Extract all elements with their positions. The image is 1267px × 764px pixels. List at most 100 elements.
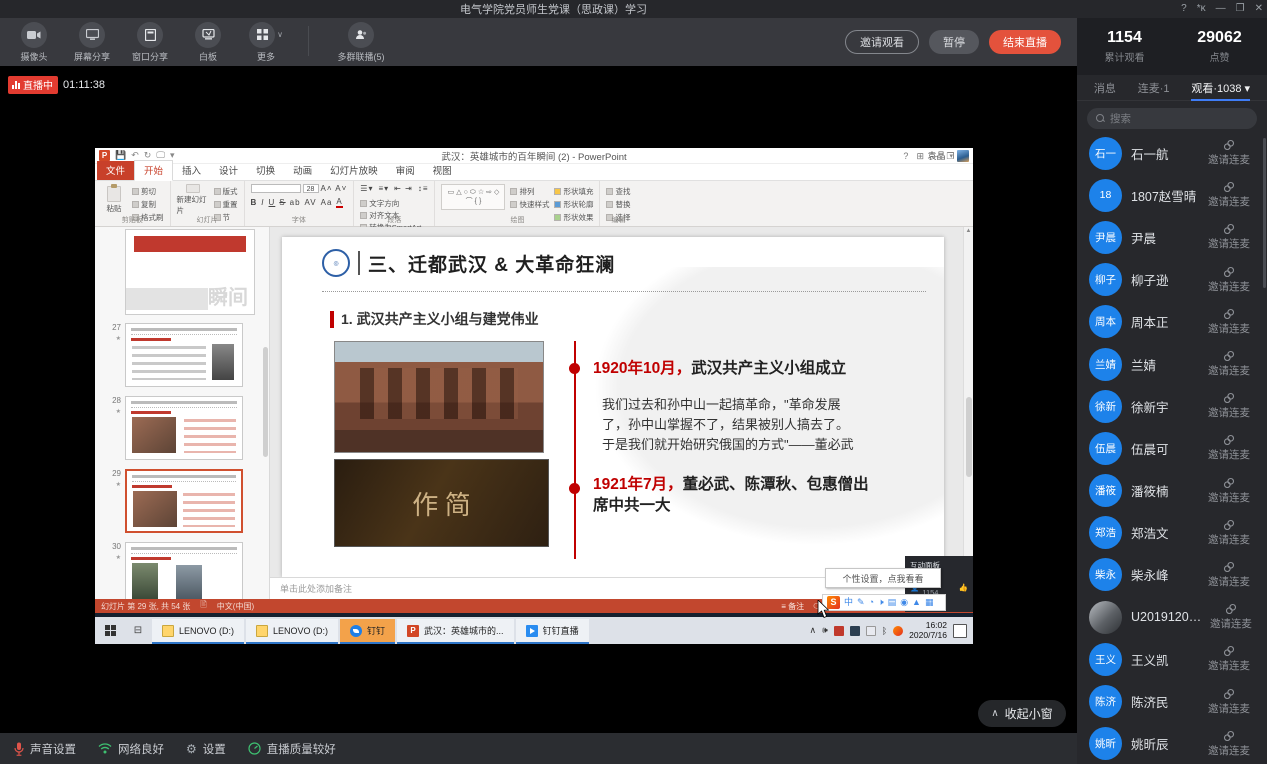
shapes-gallery[interactable]: ▭△○⬭☆⇨◇⌒{ } (441, 184, 505, 210)
invite-connect-icon[interactable] (1223, 181, 1235, 193)
invite-mic-button[interactable]: 邀请连麦 (1208, 490, 1250, 505)
thumbnail-scrollbar[interactable] (263, 347, 268, 457)
invite-connect-icon[interactable] (1223, 645, 1235, 657)
multigroup-broadcast-button[interactable]: 多群联播(5) (329, 22, 393, 63)
sidebar-tab[interactable]: 消息 (1092, 76, 1118, 100)
invite-mic-button[interactable]: 邀请连麦 (1208, 574, 1250, 589)
viewer-list[interactable]: 石一 石一航 邀请连麦 18 1807赵雪晴 邀请连麦 尹晨 尹晨 (1077, 132, 1267, 764)
invite-mic-button[interactable]: 邀请连麦 (1208, 532, 1250, 547)
slide-scrollbar[interactable]: ▲ ⯅⯆ ▼ (963, 227, 973, 599)
find-button[interactable]: 查找 (606, 186, 630, 197)
slide-thumbnail[interactable]: 27 ★ (101, 323, 269, 387)
shortcut-icon[interactable]: *ᴋ (1197, 0, 1206, 18)
ppt-ribbon-tab[interactable]: 设计 (210, 161, 247, 180)
ppt-account[interactable]: 袁晶 ▾ (927, 149, 969, 162)
ppt-ribbon-tab[interactable]: 幻灯片放映 (321, 161, 387, 180)
char-spacing-button[interactable]: AV (305, 198, 317, 207)
underline-button[interactable]: U (269, 198, 276, 207)
invite-connect-icon[interactable] (1223, 688, 1235, 700)
paste-button[interactable]: 粘贴 (101, 184, 127, 216)
numbering-button[interactable]: ≡▾ (378, 184, 389, 193)
like-icon[interactable]: 👍 (959, 583, 968, 592)
ime-toolbox-icon[interactable]: ▦ (925, 594, 934, 611)
cut-button[interactable]: 剪切 (132, 186, 164, 197)
change-case-button[interactable]: Aa (321, 198, 333, 207)
search-input[interactable] (1110, 113, 1248, 125)
invite-connect-icon[interactable] (1223, 561, 1235, 573)
font-color-button[interactable]: A (336, 197, 342, 208)
search-box[interactable] (1087, 108, 1257, 129)
grow-shrink-font-buttons[interactable]: A˄ A˅ (321, 184, 348, 193)
ime-mic-icon[interactable]: 🕨 (878, 594, 884, 611)
notes-toggle[interactable]: ≡ 备注 (781, 601, 804, 612)
invite-connect-icon[interactable] (1223, 223, 1235, 235)
close-button[interactable]: ✕ (1255, 0, 1263, 18)
invite-mic-button[interactable]: 邀请连麦 (1208, 447, 1250, 462)
new-slide-button[interactable]: 新建幻灯片 (177, 184, 209, 216)
font-name-combobox[interactable] (251, 184, 301, 193)
invite-connect-icon[interactable] (1225, 603, 1237, 615)
invite-connect-icon[interactable] (1223, 392, 1235, 404)
invite-connect-icon[interactable] (1223, 308, 1235, 320)
current-slide[interactable]: ◎ 三、迁都武汉 & 大革命狂澜 1. 武汉共产主义小组与建党伟业 (282, 237, 944, 577)
ime-keyboard-icon[interactable]: ▤ (888, 594, 897, 611)
tray-app-icon[interactable] (834, 626, 844, 636)
start-button[interactable] (95, 617, 125, 644)
ppt-ribbon-options-icon[interactable]: ⊞ (916, 148, 924, 164)
invite-mic-button[interactable]: 邀请连麦 (1208, 405, 1250, 420)
copy-button[interactable]: 复制 (132, 199, 164, 210)
ppt-ribbon-tab[interactable]: 文件 (97, 161, 134, 180)
screen-share-button[interactable]: 屏幕分享 (70, 22, 114, 63)
tray-app-icon[interactable] (850, 626, 860, 636)
taskbar-item[interactable]: LENOVO (D:) (246, 619, 338, 644)
invite-connect-icon[interactable] (1223, 350, 1235, 362)
quick-styles-button[interactable]: 快速样式 (510, 199, 549, 210)
ime-avatar-icon[interactable]: ◉ (900, 594, 908, 611)
bold-button[interactable]: B (251, 198, 258, 207)
maximize-button[interactable]: ❐ (1236, 0, 1245, 18)
scroll-up-icon[interactable]: ▲ (964, 228, 973, 234)
invite-connect-icon[interactable] (1223, 519, 1235, 531)
audio-settings-button[interactable]: 声音设置 (14, 741, 76, 757)
ime-skin-icon[interactable]: ▲ (912, 594, 921, 611)
camera-button[interactable]: 摄像头 (12, 22, 56, 63)
invite-connect-icon[interactable] (1223, 139, 1235, 151)
tray-app-icon[interactable] (866, 626, 876, 636)
text-direction-button[interactable]: 文字方向 (360, 198, 428, 209)
stream-quality-button[interactable]: 直播质量较好 (248, 741, 336, 757)
invite-mic-button[interactable]: 邀请连麦 (1208, 701, 1250, 716)
slide-thumbnail-partial[interactable]: 瞬间 (125, 229, 255, 315)
ime-toolbar[interactable]: S 中 ✎ ◔ 🕨 ▤ ◉ ▲ ▦ (822, 594, 946, 611)
ppt-ribbon-tab[interactable]: 切换 (247, 161, 284, 180)
invite-mic-button[interactable]: 邀请连麦 (1208, 194, 1250, 209)
layout-button[interactable]: 版式 (214, 186, 238, 197)
ime-clock-icon[interactable]: ◔ (869, 594, 874, 611)
invite-connect-icon[interactable] (1223, 730, 1235, 742)
task-view-button[interactable]: ⊟ (125, 617, 151, 644)
sidebar-tab[interactable]: 观看·1038 ▾ (1189, 76, 1252, 100)
strikethrough-button[interactable]: S (279, 198, 285, 207)
taskbar-item[interactable]: LENOVO (D:) (152, 619, 244, 644)
ppt-ribbon-tab[interactable]: 开始 (134, 160, 173, 181)
slide-thumbnail-pane[interactable]: 瞬间 27 ★ (95, 227, 270, 599)
window-share-button[interactable]: 窗口分享 (128, 22, 172, 63)
help-icon[interactable]: ? (1181, 0, 1187, 18)
invite-connect-icon[interactable] (1223, 266, 1235, 278)
collapse-window-button[interactable]: ∧ 收起小窗 (978, 700, 1066, 727)
network-status-button[interactable]: 网络良好 (98, 741, 164, 757)
ppt-ribbon-tab[interactable]: 审阅 (387, 161, 424, 180)
ppt-ribbon-tab[interactable]: 视图 (424, 161, 461, 180)
invite-viewers-button[interactable]: 邀请观看 (845, 30, 919, 54)
invite-connect-icon[interactable] (1223, 477, 1235, 489)
slide-thumbnail[interactable]: 30 ★ (101, 542, 269, 599)
sidebar-tab[interactable]: 连麦·1 (1136, 76, 1172, 100)
settings-button[interactable]: ⚙ 设置 (186, 741, 226, 757)
ppt-help-icon[interactable]: ? (903, 148, 908, 164)
replace-button[interactable]: 替换 (606, 199, 630, 210)
taskbar-item[interactable]: 钉钉 (340, 619, 395, 644)
tray-volume-icon[interactable]: 🕪 (822, 625, 828, 636)
tray-usb-icon[interactable]: ᛒ (882, 626, 887, 636)
invite-mic-button[interactable]: 邀请连麦 (1210, 616, 1252, 631)
pause-button[interactable]: 暂停 (929, 30, 979, 54)
minimize-button[interactable]: — (1216, 0, 1226, 18)
